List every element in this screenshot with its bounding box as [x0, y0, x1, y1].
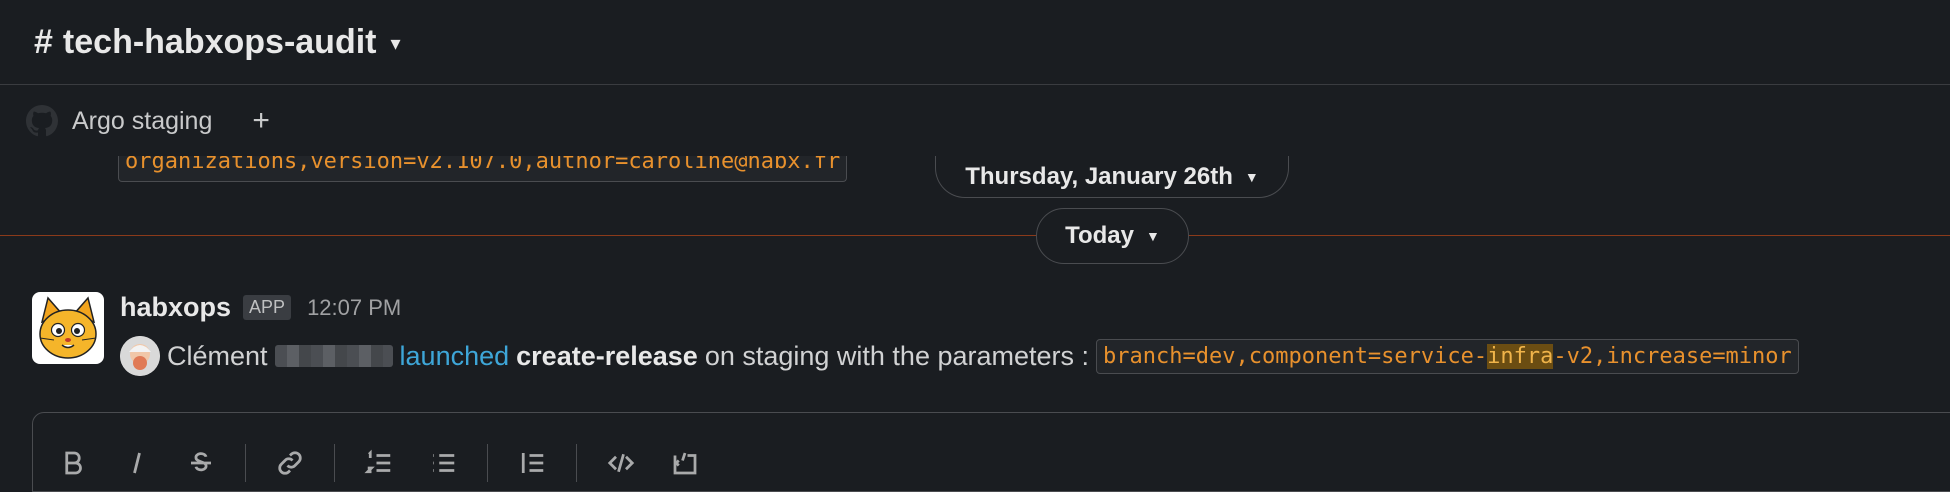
toolbar-divider	[487, 444, 488, 482]
user-first-name: Clément	[167, 340, 268, 371]
link-button[interactable]	[270, 443, 310, 483]
code-icon	[607, 453, 635, 473]
toolbar-divider	[334, 444, 335, 482]
bulleted-list-icon	[433, 454, 455, 472]
highlighted-term: infra	[1487, 343, 1554, 369]
channel-name: tech-habxops-audit	[62, 22, 377, 61]
bulleted-list-button[interactable]	[423, 443, 463, 483]
launched-link[interactable]: launched	[400, 341, 510, 372]
message-list: organizations,version=v2.107.0,author=ca…	[0, 156, 1950, 412]
message-text: on staging with the parameters :	[704, 340, 1090, 371]
message-item: habxops APP 12:07 PM Clément launched cr…	[0, 282, 1950, 402]
date-separator-thursday[interactable]: Thursday, January 26th ▼	[935, 156, 1289, 198]
strikethrough-icon	[191, 452, 211, 472]
italic-button[interactable]	[117, 443, 157, 483]
code-block-button[interactable]	[665, 443, 705, 483]
chevron-down-icon: ▼	[1244, 168, 1259, 185]
chevron-down-icon: ▼	[1146, 228, 1160, 244]
code-block-icon	[673, 452, 697, 475]
toolbar-divider	[576, 444, 577, 482]
bookmark-argo-staging[interactable]: Argo staging	[26, 105, 212, 137]
bookmarks-bar: Argo staging +	[0, 86, 1950, 156]
code-part: branch=dev,component=service-	[1103, 343, 1488, 369]
sender-name[interactable]: habxops	[120, 292, 231, 323]
italic-icon	[133, 452, 141, 474]
hash-icon: #	[34, 22, 53, 61]
channel-name-button[interactable]: # tech-habxops-audit ▾	[34, 23, 401, 62]
today-label: Today	[1065, 222, 1135, 249]
person-avatar-icon	[120, 336, 160, 376]
parameters-code: branch=dev,component=service-infra-v2,in…	[1096, 338, 1799, 374]
message-header: habxops APP 12:07 PM	[120, 292, 401, 323]
date-label: Thursday, January 26th	[965, 162, 1233, 190]
cat-avatar-icon	[39, 296, 97, 359]
code-part: -v2,increase=minor	[1553, 343, 1792, 369]
channel-header: # tech-habxops-audit ▾	[0, 0, 1950, 85]
app-badge: APP	[243, 295, 292, 320]
ordered-list-icon	[364, 449, 391, 474]
add-bookmark-button[interactable]: +	[252, 104, 270, 138]
redacted-last-name	[274, 345, 393, 367]
blockquote-button[interactable]	[512, 443, 552, 483]
previous-message-code: organizations,version=v2.107.0,author=ca…	[118, 156, 848, 182]
bold-button[interactable]	[53, 443, 93, 483]
ordered-list-button[interactable]	[359, 443, 399, 483]
user-avatar[interactable]	[120, 336, 160, 376]
chevron-down-icon: ▾	[390, 32, 401, 55]
code-button[interactable]	[601, 443, 641, 483]
blockquote-icon	[521, 453, 544, 473]
message-timestamp[interactable]: 12:07 PM	[307, 295, 401, 321]
date-separator-today[interactable]: Today ▼	[1036, 208, 1189, 264]
link-icon	[278, 451, 302, 475]
workflow-name: create-release	[516, 340, 698, 371]
bookmark-label: Argo staging	[72, 106, 213, 135]
bold-icon	[65, 451, 82, 475]
message-composer	[32, 412, 1950, 492]
strikethrough-button[interactable]	[181, 443, 221, 483]
toolbar-divider	[245, 444, 246, 482]
new-messages-divider	[0, 235, 1950, 236]
message-body: Clément launched create-release on stagi…	[120, 336, 1799, 376]
bot-avatar[interactable]	[32, 292, 104, 364]
github-icon	[26, 105, 58, 137]
